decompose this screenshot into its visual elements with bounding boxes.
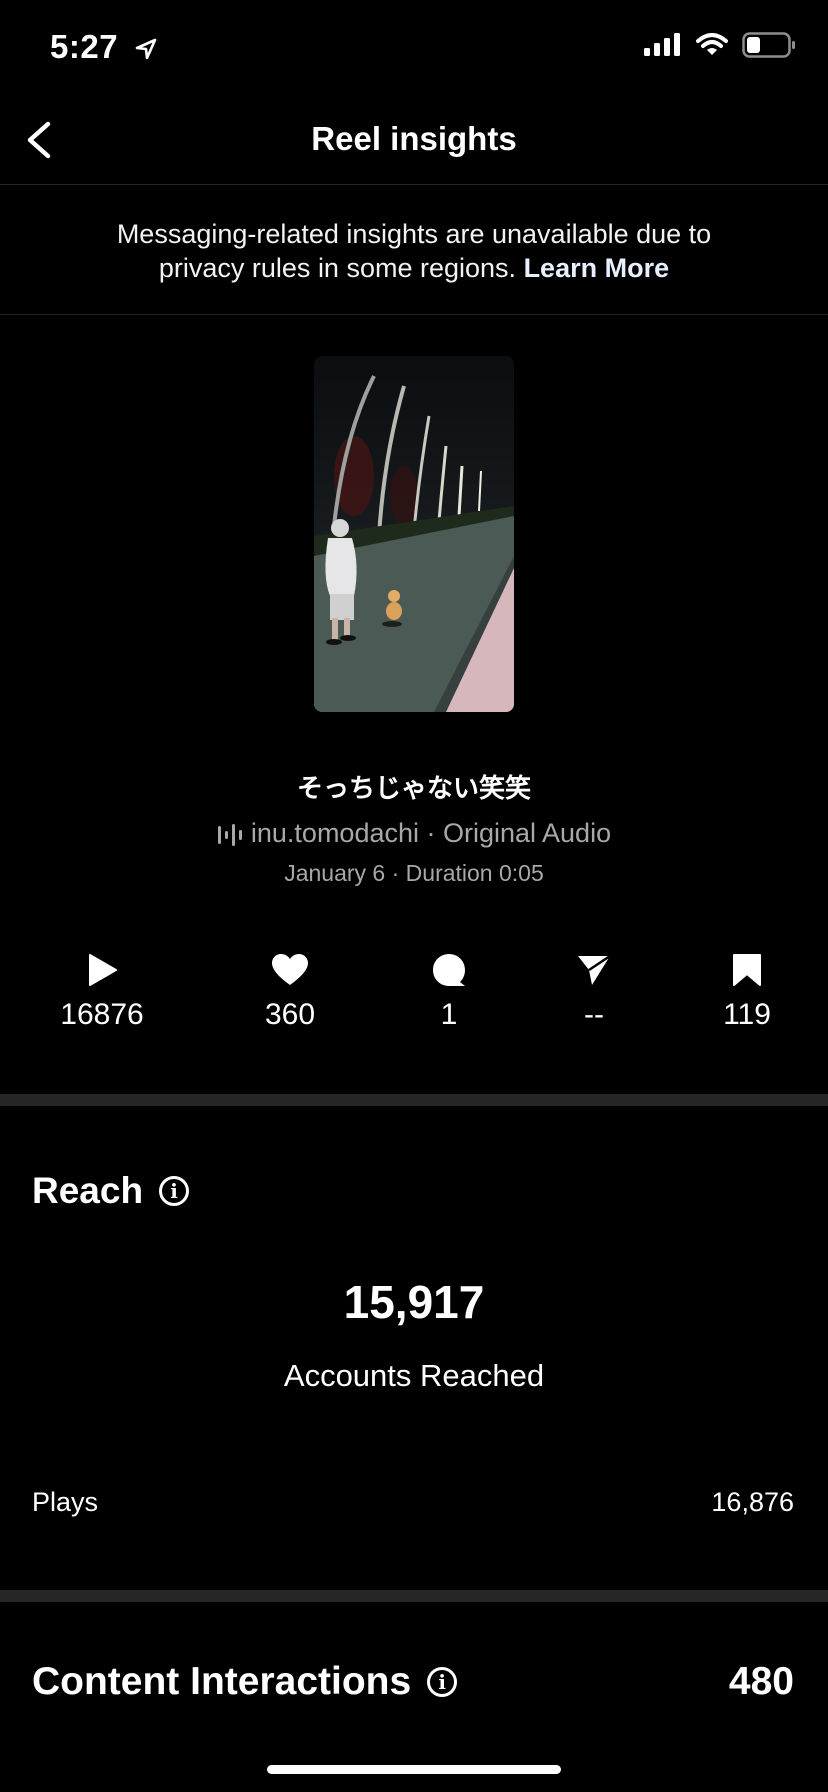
likes-count: 360 — [264, 998, 316, 1031]
comment-icon — [433, 954, 465, 986]
reel-thumbnail-image — [314, 356, 514, 712]
play-icon — [89, 954, 117, 986]
reel-thumbnail[interactable] — [314, 356, 514, 712]
section-divider — [0, 1094, 828, 1106]
time-text: 5:27 — [50, 28, 119, 65]
comments-count: 1 — [440, 998, 458, 1031]
heart-icon — [272, 954, 308, 985]
wifi-icon — [696, 33, 728, 55]
plays-row-value: 16,876 — [711, 1487, 794, 1517]
notice-line-1: Messaging-related insights are unavailab… — [116, 219, 712, 249]
metric-saves: 119 — [677, 950, 817, 1032]
plays-count: 16876 — [60, 998, 144, 1031]
audio-text: inu.tomodachi · Original Audio — [250, 818, 612, 848]
plays-row-label: Plays — [32, 1487, 99, 1517]
privacy-notice: Messaging-related insights are unavailab… — [0, 185, 828, 315]
saves-count: 119 — [723, 998, 771, 1031]
info-icon[interactable]: i — [427, 1667, 458, 1697]
notice-line-2: privacy rules in some regions. Learn Mor… — [0, 251, 828, 285]
metric-shares: -- — [524, 950, 664, 1032]
reach-title: Reach — [32, 1170, 144, 1211]
signal-icon — [644, 33, 680, 56]
home-indicator[interactable] — [267, 1765, 561, 1774]
send-icon — [578, 954, 611, 985]
shares-count: -- — [584, 998, 604, 1031]
nav-bar: Reel insights — [0, 100, 828, 185]
notice-line-2-text: privacy rules in some regions. — [158, 253, 517, 283]
info-icon[interactable]: i — [159, 1176, 190, 1206]
reel-date-duration: January 6 · Duration 0:05 — [284, 860, 544, 886]
reel-caption: そっちじゃない笑笑 — [296, 773, 531, 803]
page-title: Reel insights — [311, 120, 517, 157]
content-interactions-header: Content Interactions i — [32, 1660, 458, 1704]
metric-likes: 360 — [220, 950, 360, 1032]
section-divider — [0, 1590, 828, 1602]
reach-header: Reach i — [32, 1170, 190, 1212]
accounts-reached-value: 15,917 — [343, 1276, 485, 1328]
learn-more-link[interactable]: Learn More — [524, 253, 670, 283]
location-arrow-icon — [135, 38, 157, 60]
battery-icon — [742, 32, 795, 58]
content-interactions-value: 480 — [728, 1660, 794, 1703]
status-time: 5:27 — [50, 28, 158, 66]
content-interactions-title: Content Interactions — [32, 1660, 412, 1703]
audio-wave-icon — [217, 824, 242, 846]
accounts-reached-label: Accounts Reached — [283, 1358, 545, 1393]
status-icons — [644, 32, 796, 58]
audio-line[interactable]: inu.tomodachi · Original Audio — [0, 818, 828, 849]
metric-plays: 16876 — [32, 950, 172, 1032]
metric-comments: 1 — [379, 950, 519, 1032]
bookmark-icon — [733, 954, 761, 986]
